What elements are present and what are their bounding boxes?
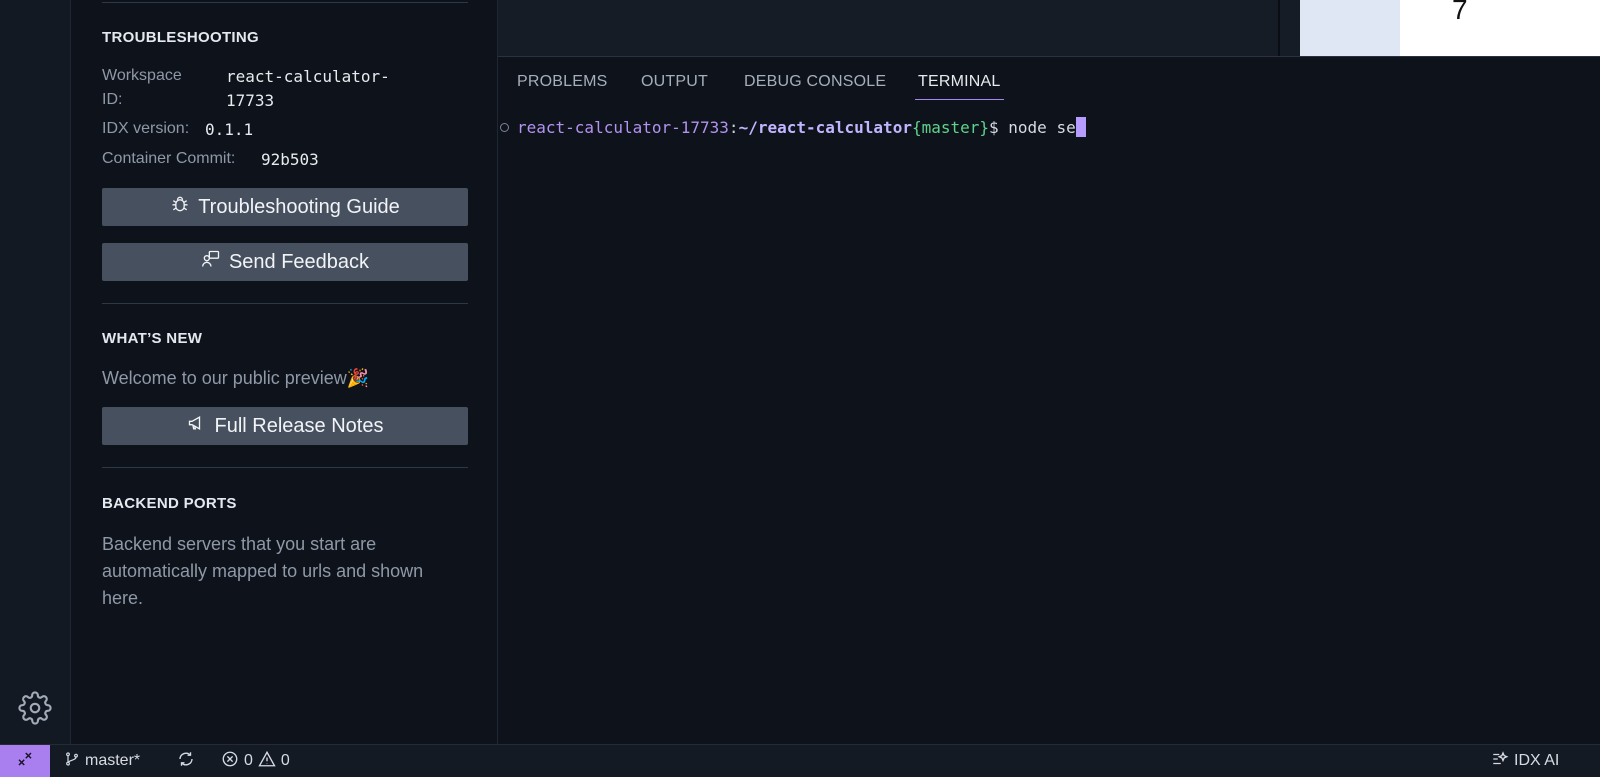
tab-terminal[interactable]: TERMINAL	[915, 73, 1004, 100]
gear-icon[interactable]	[16, 689, 54, 727]
workspace-id-label-cont: ID:	[102, 91, 123, 108]
terminal-prompt-symbol: $	[989, 117, 1009, 137]
preview-pane	[1300, 0, 1400, 56]
bug-icon	[170, 194, 190, 220]
backend-ports-title: BACKEND PORTS	[102, 495, 237, 512]
preview-digit: 7	[1452, 0, 1468, 25]
terminal-cursor	[1075, 117, 1086, 137]
sync-button[interactable]	[177, 745, 195, 777]
troubleshooting-guide-label: Troubleshooting Guide	[198, 195, 400, 218]
git-branch-icon	[64, 750, 80, 773]
idx-ai-button[interactable]: IDX AI	[1491, 745, 1559, 777]
send-feedback-button[interactable]: Send Feedback	[102, 243, 468, 281]
container-commit-value: 92b503	[261, 150, 319, 169]
ai-icon	[1491, 750, 1509, 773]
terminal-command: node se	[1008, 117, 1076, 137]
terminal[interactable]: react-calculator-17733 : ~/react-calcula…	[498, 110, 1598, 740]
send-feedback-label: Send Feedback	[228, 250, 370, 273]
troubleshooting-guide-button[interactable]: Troubleshooting Guide	[102, 188, 468, 226]
tab-output[interactable]: OUTPUT	[641, 73, 708, 99]
editor-area: 7	[498, 0, 1600, 57]
whats-new-title: WHAT’S NEW	[102, 330, 203, 347]
workspace-id-value: react-calculator-	[226, 67, 390, 86]
troubleshooting-title: TROUBLESHOOTING	[102, 29, 259, 46]
full-release-notes-button[interactable]: Full Release Notes	[102, 407, 468, 445]
sync-icon	[177, 750, 195, 773]
side-panel: TROUBLESHOOTING Workspace ID: react-calc…	[71, 0, 498, 744]
error-count: 0	[244, 752, 253, 769]
branch-name: master*	[85, 752, 141, 769]
terminal-prompt-line: react-calculator-17733 : ~/react-calcula…	[498, 117, 1086, 137]
tab-problems[interactable]: PROBLEMS	[517, 73, 608, 99]
full-release-notes-label: Full Release Notes	[214, 414, 384, 437]
tab-debug-console[interactable]: DEBUG CONSOLE	[744, 73, 886, 99]
workspace-id-label: Workspace	[102, 67, 182, 84]
editor-splitter[interactable]	[1278, 0, 1280, 56]
terminal-colon: :	[728, 117, 739, 137]
idx-ai-label: IDX AI	[1514, 752, 1560, 769]
remote-icon	[16, 750, 34, 773]
activity-bar	[0, 0, 71, 744]
preview-content	[1400, 0, 1600, 56]
terminal-host: react-calculator-17733	[517, 117, 729, 137]
terminal-path: ~/react-calculator	[738, 117, 912, 137]
warning-icon	[258, 750, 276, 773]
feedback-icon	[201, 249, 221, 275]
section-divider	[102, 2, 468, 3]
prompt-status-icon	[500, 122, 509, 132]
branch-status[interactable]: master*	[64, 745, 140, 777]
section-divider	[102, 467, 468, 468]
whats-new-message: Welcome to our public preview🎉	[102, 368, 370, 388]
error-icon	[221, 750, 239, 773]
workspace-id-value-cont: 17733	[226, 91, 275, 110]
status-bar: master* 0 0 IDX AI	[0, 744, 1600, 777]
terminal-branch: {master}	[911, 117, 990, 137]
backend-ports-description: Backend servers that you start are autom…	[102, 534, 424, 608]
container-commit-label: Container Commit:	[102, 150, 236, 167]
megaphone-icon	[187, 413, 207, 439]
warning-count: 0	[280, 752, 290, 769]
idx-version-value: 0.1.1	[205, 120, 254, 139]
problems-status[interactable]: 0 0	[221, 745, 290, 777]
idx-version-label: IDX version:	[102, 120, 190, 137]
panel-tabs: PROBLEMS OUTPUT DEBUG CONSOLE TERMINAL	[498, 57, 1600, 105]
section-divider	[102, 303, 468, 304]
remote-button[interactable]	[0, 745, 50, 777]
